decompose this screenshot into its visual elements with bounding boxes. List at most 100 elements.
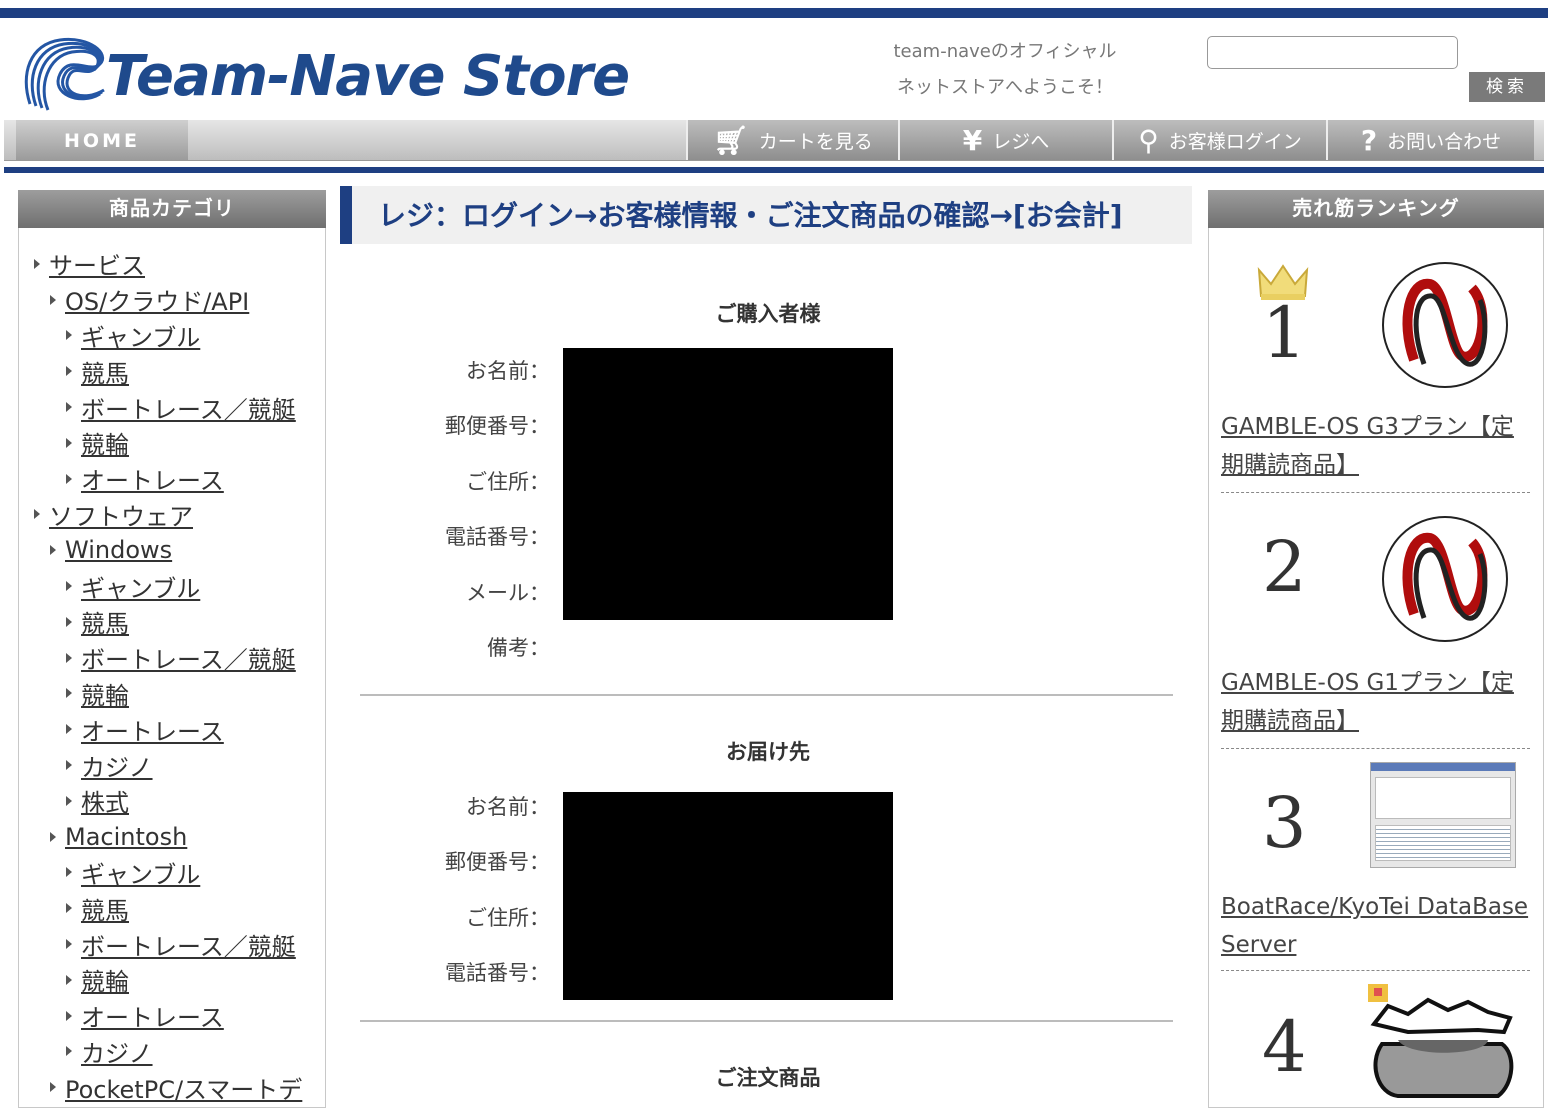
buyer-name-label: お名前： (466, 359, 550, 383)
category-item[interactable]: Windows (34, 532, 302, 568)
category-link[interactable]: 競輪 (81, 676, 129, 711)
category-item[interactable]: ソフトウェア (34, 497, 302, 533)
category-link[interactable]: ボートレース／競艇 (81, 390, 296, 425)
category-item[interactable]: PocketPC/スマートデ (34, 1069, 302, 1105)
buyer-email-label: メール： (466, 581, 550, 605)
bullet-arrow-icon (66, 974, 72, 985)
category-item[interactable]: 競輪 (34, 676, 302, 712)
key-icon: ⚲ (1138, 123, 1159, 157)
delivery-zip-label: 郵便番号： (445, 850, 550, 874)
delivery-phone-label: 電話番号： (445, 961, 550, 985)
category-item[interactable]: ボートレース／競艇 (34, 640, 302, 676)
category-link[interactable]: OS/クラウド/API (65, 282, 249, 317)
nav-contact-button[interactable]: ? お問い合わせ (1326, 120, 1534, 160)
category-link[interactable]: ギャンブル (81, 318, 200, 353)
category-item[interactable]: カジノ (34, 1034, 302, 1070)
category-link[interactable]: 競馬 (81, 604, 129, 639)
category-link[interactable]: 競輪 (81, 962, 129, 997)
ranking-item-link[interactable]: GAMBLE-OS G1プラン【定期購読商品】 (1221, 664, 1533, 740)
bullet-arrow-icon (66, 473, 72, 484)
bullet-arrow-icon (66, 867, 72, 878)
category-item[interactable]: オートレース (34, 711, 302, 747)
category-item[interactable]: オートレース (34, 461, 302, 497)
category-list: サービス OS/クラウド/API ギャンブル 競馬 ボートレース／競艇 競輪 オートレースソ… (34, 246, 302, 1105)
category-item[interactable]: ボートレース／競艇 (34, 926, 302, 962)
ranking-separator (1221, 492, 1530, 493)
page-title-marker (340, 186, 352, 244)
rank-number: 4 (1262, 1006, 1307, 1088)
category-link[interactable]: ギャンブル (81, 855, 200, 890)
category-link[interactable]: ギャンブル (81, 569, 200, 604)
welcome-line-2: ネットストアへようこそ！ (897, 77, 1113, 98)
question-icon: ? (1360, 123, 1378, 157)
category-link[interactable]: カジノ (81, 748, 153, 783)
category-link[interactable]: オートレース (81, 998, 224, 1033)
category-item[interactable]: サービス (34, 246, 302, 282)
nav-cart-button[interactable]: 🛒︎ カートを見る (686, 120, 898, 160)
category-item[interactable]: Macintosh (34, 819, 302, 855)
bullet-arrow-icon (66, 402, 72, 413)
category-item[interactable]: 競馬 (34, 353, 302, 389)
bullet-arrow-icon (66, 366, 72, 377)
bullet-arrow-icon (34, 509, 40, 520)
category-link[interactable]: Windows (65, 536, 172, 564)
bullet-arrow-icon (50, 1082, 56, 1093)
rank-number: 3 (1262, 782, 1307, 864)
buyer-zip-label: 郵便番号： (445, 414, 550, 438)
category-item[interactable]: ボートレース／競艇 (34, 389, 302, 425)
category-link[interactable]: カジノ (81, 1034, 153, 1069)
ranking-item-link[interactable]: BoatRace/KyoTei DataBase Server (1221, 888, 1533, 964)
nave-logo-icon[interactable] (1380, 260, 1510, 390)
order-heading: ご注文商品 (715, 1066, 821, 1090)
welcome-line-1: team-naveのオフィシャル (893, 41, 1117, 62)
ranking-separator (1221, 970, 1530, 971)
category-link[interactable]: 競馬 (81, 354, 129, 389)
category-link[interactable]: ソフトウェア (49, 497, 193, 532)
nave-swirl-icon (24, 37, 105, 111)
category-link[interactable]: 株式 (81, 783, 129, 818)
category-item[interactable]: 株式 (34, 783, 302, 819)
nav-login-button[interactable]: ⚲ お客様ログイン (1112, 120, 1326, 160)
category-item[interactable]: OS/クラウド/API (34, 282, 302, 318)
bullet-arrow-icon (34, 258, 40, 269)
category-link[interactable]: Macintosh (65, 823, 187, 851)
yen-icon: ¥ (962, 123, 983, 157)
nav-home-button[interactable]: HOME (16, 120, 188, 160)
nav-register-button[interactable]: ¥ レジへ (898, 120, 1112, 160)
bullet-arrow-icon (66, 939, 72, 950)
category-item[interactable]: オートレース (34, 998, 302, 1034)
category-link[interactable]: オートレース (81, 461, 224, 496)
category-heading: 商品カテゴリ (18, 190, 326, 228)
cart-icon: 🛒︎ (713, 123, 749, 157)
bullet-arrow-icon (66, 795, 72, 806)
buyer-phone-label: 電話番号： (445, 525, 550, 549)
category-item[interactable]: 競馬 (34, 604, 302, 640)
category-link[interactable]: サービス (49, 246, 145, 281)
category-link[interactable]: PocketPC/スマートデ (65, 1070, 302, 1105)
ranking-item-link[interactable]: GAMBLE-OS G3プラン【定期購読商品】 (1221, 408, 1533, 484)
search-input[interactable] (1207, 36, 1458, 69)
bullet-arrow-icon (66, 760, 72, 771)
category-link[interactable]: 競輪 (81, 425, 129, 460)
category-link[interactable]: オートレース (81, 712, 224, 747)
category-item[interactable]: ギャンブル (34, 568, 302, 604)
category-link[interactable]: ボートレース／競艇 (81, 640, 296, 675)
category-link[interactable]: 競馬 (81, 891, 129, 926)
category-item[interactable]: カジノ (34, 747, 302, 783)
search-button[interactable]: 検索 (1469, 72, 1545, 102)
category-item[interactable]: ギャンブル (34, 855, 302, 891)
bullet-arrow-icon (66, 330, 72, 341)
software-screenshot-icon[interactable] (1370, 762, 1516, 868)
category-item[interactable]: 競輪 (34, 425, 302, 461)
category-item[interactable]: 競輪 (34, 962, 302, 998)
category-item[interactable]: 競馬 (34, 890, 302, 926)
logo-text[interactable]: Team-Nave Store (106, 44, 630, 109)
category-link[interactable]: ボートレース／競艇 (81, 927, 296, 962)
nav-register-label: レジへ (992, 130, 1050, 153)
category-item[interactable]: ギャンブル (34, 318, 302, 354)
nave-logo-icon[interactable] (1380, 514, 1510, 644)
bullet-arrow-icon (50, 294, 56, 305)
bullet-arrow-icon (66, 652, 72, 663)
bullet-arrow-icon (66, 437, 72, 448)
dog-illustration-icon[interactable] (1368, 984, 1518, 1104)
